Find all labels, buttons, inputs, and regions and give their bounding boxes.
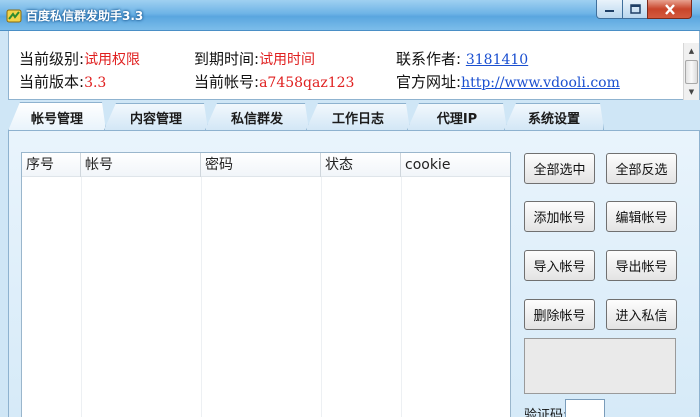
table-header: 序号 帐号 密码 状态 cookie [22,153,510,177]
tab-proxy-ip[interactable]: 代理IP [407,103,507,130]
official-website: 官方网址:http://www.vdooli.com [396,71,620,92]
current-level: 当前级别:试用权限 [19,48,140,69]
tab-account-manage[interactable]: 帐号管理 [8,102,106,131]
tab-content-manage[interactable]: 内容管理 [104,103,208,130]
maximize-icon [629,4,641,14]
info-panel: 当前级别:试用权限 到期时间:试用时间 联系作者: 3181410 当前版本:3… [8,31,700,100]
contact-author: 联系作者: 3181410 [396,48,528,69]
delete-account-button[interactable]: 删除帐号 [524,299,595,330]
level-label: 当前级别: [19,50,85,68]
invert-select-button[interactable]: 全部反选 [606,153,677,184]
edit-account-button[interactable]: 编辑帐号 [606,201,677,232]
column-divider [321,177,322,417]
minimize-icon [605,10,614,12]
tab-mass-message[interactable]: 私信群发 [205,103,309,130]
scroll-down-icon[interactable]: ▼ [684,84,699,100]
import-account-button[interactable]: 导入帐号 [524,250,595,281]
author-label: 联系作者: [396,50,462,68]
select-all-button[interactable]: 全部选中 [524,153,595,184]
version-label: 当前版本: [19,73,85,91]
column-divider [81,177,82,417]
column-header-account[interactable]: 帐号 [81,153,201,177]
scroll-thumb[interactable] [685,60,698,84]
window-title: 百度私信群发助手3.3 [26,9,144,23]
expire-label: 到期时间: [194,50,260,68]
maximize-button[interactable] [622,0,648,19]
expire-value: 试用时间 [259,52,316,68]
tab-system-settings[interactable]: 系统设置 [504,103,604,130]
website-link[interactable]: http://www.vdooli.com [461,75,620,91]
current-account: 当前帐号:a7458qaz123 [194,71,354,92]
column-header-password[interactable]: 密码 [201,153,321,177]
column-divider [201,177,202,417]
info-scrollbar[interactable]: ▲ ▼ [683,43,699,100]
tab-bar: 帐号管理 内容管理 私信群发 工作日志 代理IP 系统设置 [0,103,700,130]
close-icon [664,3,675,15]
column-header-index[interactable]: 序号 [22,153,81,177]
add-account-button[interactable]: 添加帐号 [524,201,595,232]
column-header-status[interactable]: 状态 [321,153,401,177]
captcha-label: 验证码: [524,408,568,417]
column-divider [401,177,402,417]
expire-time: 到期时间:试用时间 [194,48,315,69]
enter-message-button[interactable]: 进入私信 [606,299,677,330]
title-bar[interactable]: 百度私信群发助手3.3 [0,0,700,31]
scroll-up-icon[interactable]: ▲ [684,43,699,59]
captcha-input[interactable] [565,399,605,417]
export-account-button[interactable]: 导出帐号 [606,250,677,281]
minimize-button[interactable] [596,0,623,19]
account-manage-panel: 序号 帐号 密码 状态 cookie 全部选中 全部反选 添加帐号 编辑帐号 导… [8,130,700,417]
account-value: a7458qaz123 [259,75,355,91]
website-label: 官方网址: [396,73,462,91]
tab-work-log[interactable]: 工作日志 [306,103,410,130]
account-table[interactable]: 序号 帐号 密码 状态 cookie [21,152,511,417]
version-value: 3.3 [84,75,107,91]
author-link[interactable]: 3181410 [466,52,528,68]
app-icon [6,9,22,23]
account-label: 当前帐号: [194,73,260,91]
level-value: 试用权限 [84,52,141,68]
column-header-cookie[interactable]: cookie [401,153,510,177]
current-version: 当前版本:3.3 [19,71,106,92]
captcha-image [524,338,676,394]
close-button[interactable] [647,0,692,19]
